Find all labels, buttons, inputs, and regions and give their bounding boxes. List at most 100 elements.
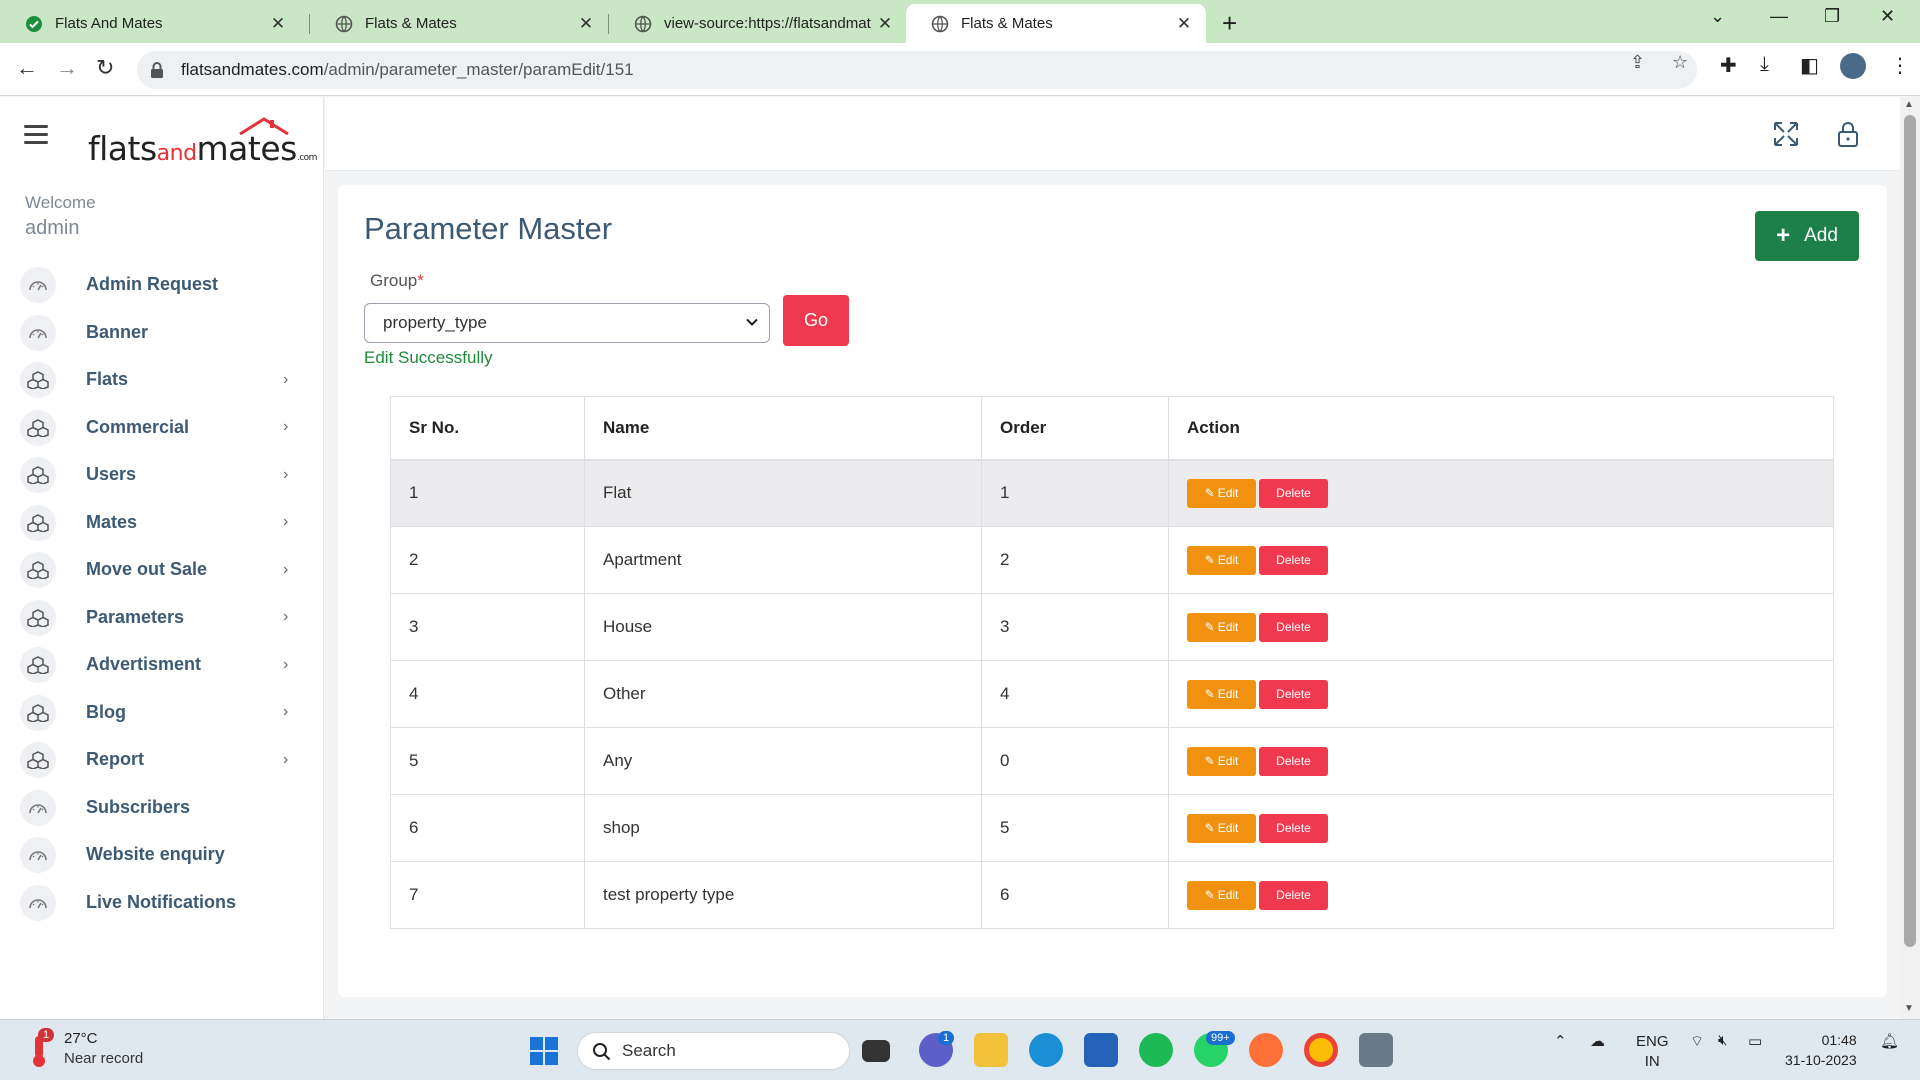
tab-close-icon[interactable]: ✕ [268, 14, 288, 34]
store-icon[interactable] [1084, 1033, 1118, 1067]
bookmark-star-icon[interactable]: ☆ [1672, 52, 1688, 73]
dashboard-icon [20, 884, 56, 921]
cell-order: 3 [981, 593, 1169, 661]
taskbar-search[interactable]: Search [577, 1032, 850, 1070]
new-tab-icon[interactable]: + [1222, 8, 1237, 39]
delete-button[interactable]: Delete [1259, 612, 1328, 642]
sidebar-item-blog[interactable]: Blog › [0, 689, 324, 737]
sidebar-item-move-out-sale[interactable]: Move out Sale › [0, 546, 324, 594]
browser-tab[interactable]: Flats And Mates ✕ [0, 4, 300, 43]
sidebar-item-admin-request[interactable]: Admin Request [0, 261, 324, 309]
calculator-icon[interactable] [1359, 1033, 1393, 1067]
edit-button[interactable]: ✎ Edit [1187, 880, 1256, 910]
firefox-icon[interactable] [1249, 1033, 1283, 1067]
edit-button[interactable]: ✎ Edit [1187, 746, 1256, 776]
go-button[interactable]: Go [783, 295, 849, 346]
scroll-up-icon[interactable]: ▲ [1904, 99, 1914, 110]
sidebar-item-report[interactable]: Report › [0, 736, 324, 784]
page-scrollbar[interactable]: ▲ ▼ [1900, 97, 1920, 1019]
cubes-icon [20, 694, 56, 731]
tab-close-icon[interactable]: ✕ [875, 14, 895, 34]
sidebar-item-label: Banner [86, 321, 149, 342]
menu-kebab-icon[interactable]: ⋮ [1890, 53, 1910, 78]
delete-button[interactable]: Delete [1259, 746, 1328, 776]
hamburger-menu-icon[interactable] [24, 125, 48, 149]
edit-button[interactable]: ✎ Edit [1187, 813, 1256, 843]
tab-title: view-source:https://flatsandmat [664, 15, 871, 32]
sidebar-item-flats[interactable]: Flats › [0, 356, 324, 404]
chevron-right-icon: › [283, 655, 289, 673]
sidebar-item-subscribers[interactable]: Subscribers [0, 784, 324, 832]
sidebar-item-label: Mates [86, 511, 138, 532]
sidebar-item-live-notifications[interactable]: Live Notifications [0, 879, 324, 927]
scrollbar-thumb[interactable] [1904, 115, 1916, 947]
tab-close-icon[interactable]: ✕ [1174, 14, 1194, 34]
group-select[interactable]: property_type [364, 303, 770, 343]
browser-tab[interactable]: view-source:https://flatsandmat ✕ [609, 4, 907, 43]
minimize-icon[interactable]: — [1770, 6, 1788, 27]
lock-icon[interactable] [1833, 119, 1863, 149]
spotify-icon[interactable] [1139, 1033, 1173, 1067]
browser-tab-active[interactable]: Flats & Mates ✕ [906, 4, 1206, 43]
sidebar-item-users[interactable]: Users › [0, 451, 324, 499]
dashboard-icon [20, 267, 56, 303]
url-host: flatsandmates.com [181, 60, 324, 79]
extensions-icon[interactable]: ✚ [1720, 53, 1737, 78]
windows-start-icon[interactable] [529, 1036, 559, 1066]
delete-button[interactable]: Delete [1259, 478, 1328, 508]
edge-icon[interactable] [1029, 1033, 1063, 1067]
tab-search-icon[interactable]: ⌄ [1710, 6, 1725, 27]
scroll-down-icon[interactable]: ▼ [1904, 1003, 1914, 1014]
browser-tab[interactable]: Flats & Mates ✕ [310, 4, 608, 43]
edit-icon: ✎ [1204, 486, 1215, 501]
add-button[interactable]: + Add [1755, 211, 1859, 261]
close-window-icon[interactable]: ✕ [1880, 6, 1895, 27]
delete-button[interactable]: Delete [1259, 545, 1328, 575]
task-view-icon[interactable] [862, 1040, 890, 1062]
sidebar-item-label: Website enquiry [86, 844, 225, 865]
edit-button[interactable]: ✎ Edit [1187, 545, 1256, 575]
tray-chevron-icon[interactable]: ⌃ [1554, 1032, 1567, 1050]
edit-button-label: Edit [1217, 486, 1239, 501]
delete-button[interactable]: Delete [1259, 880, 1328, 910]
reload-icon[interactable]: ↻ [96, 55, 114, 81]
back-icon[interactable]: ← [16, 55, 38, 81]
delete-button[interactable]: Delete [1259, 813, 1328, 843]
maximize-icon[interactable]: ❐ [1824, 6, 1840, 27]
sidebar-item-parameters[interactable]: Parameters › [0, 594, 324, 642]
chrome-icon[interactable] [1304, 1033, 1338, 1067]
tab-close-icon[interactable]: ✕ [576, 14, 596, 34]
url-bar[interactable]: flatsandmates.com/admin/parameter_master… [137, 51, 1697, 89]
file-explorer-icon[interactable] [974, 1033, 1008, 1067]
site-logo[interactable]: flatsandmates.com [88, 117, 317, 168]
battery-icon[interactable]: ▭ [1748, 1032, 1762, 1050]
sidebar-item-commercial[interactable]: Commercial › [0, 404, 324, 452]
cell-action: ✎ Edit Delete [1168, 593, 1834, 661]
download-icon[interactable]: ⤓ [1760, 53, 1769, 76]
sidebar-item-advertisment[interactable]: Advertisment › [0, 641, 324, 689]
cell-action: ✎ Edit Delete [1168, 526, 1834, 594]
profile-avatar[interactable] [1840, 53, 1866, 79]
onedrive-icon[interactable]: ☁ [1590, 1032, 1605, 1050]
cell-name: Apartment [584, 526, 982, 594]
weather-widget[interactable]: 1 27°C Near record [24, 1028, 224, 1074]
clock[interactable]: 01:48 31-10-2023 [1785, 1030, 1857, 1070]
table-row: 5 Any 0 ✎ Edit Delete [390, 727, 1834, 795]
sidebar-item-website-enquiry[interactable]: Website enquiry [0, 831, 324, 879]
fullscreen-icon[interactable] [1771, 119, 1801, 149]
share-icon[interactable]: ⇪ [1630, 52, 1645, 73]
wifi-icon[interactable]: ⌔ [1690, 1032, 1704, 1051]
edit-button[interactable]: ✎ Edit [1187, 612, 1256, 642]
volume-muted-icon[interactable]: 🔇︎ [1718, 1032, 1727, 1049]
chevron-down-icon [746, 318, 758, 326]
delete-button[interactable]: Delete [1259, 679, 1328, 709]
language-indicator[interactable]: ENG IN [1636, 1032, 1669, 1072]
sidebar-item-mates[interactable]: Mates › [0, 499, 324, 547]
edit-button[interactable]: ✎ Edit [1187, 478, 1256, 508]
forward-icon[interactable]: → [56, 55, 78, 81]
sidebar-item-banner[interactable]: Banner [0, 309, 324, 357]
sidebar-item-label: Users [86, 464, 137, 485]
side-panel-icon[interactable]: ◧ [1800, 53, 1819, 78]
edit-button[interactable]: ✎ Edit [1187, 679, 1256, 709]
notification-bell-icon[interactable]: 🔔︎ [1880, 1032, 1899, 1050]
